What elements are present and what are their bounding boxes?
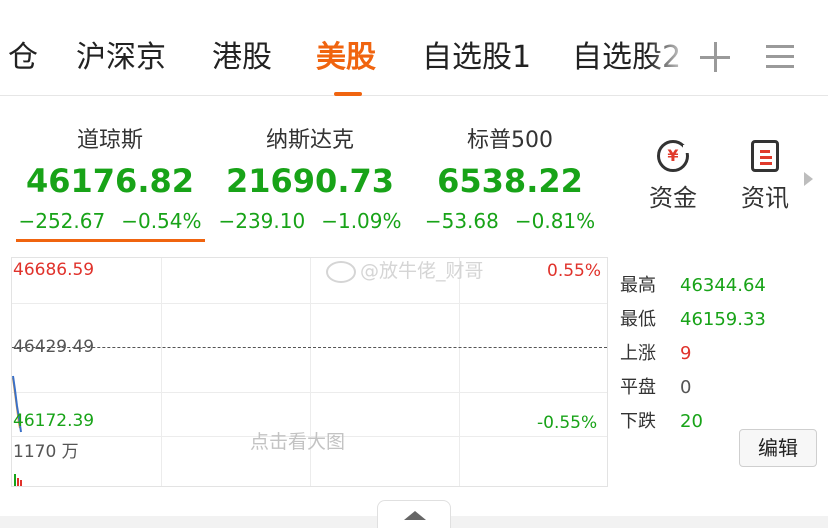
index-price: 46176.82	[25, 162, 194, 200]
tab-watchlist-1[interactable]: 自选股1	[422, 36, 531, 80]
weibo-icon	[326, 260, 356, 283]
index-change-percent: −0.54%	[121, 209, 202, 233]
index-change: −252.67 −0.54%	[10, 204, 210, 238]
fund-flow-label: 资金	[649, 184, 697, 212]
news-label: 资讯	[741, 184, 789, 212]
news-button[interactable]: 资讯	[730, 140, 800, 213]
menu-icon[interactable]	[766, 45, 794, 69]
stat-unchanged: 平盘 0	[620, 377, 692, 398]
index-change-value: −239.10	[218, 209, 306, 233]
stat-high: 最高 46344.64	[620, 275, 766, 296]
selected-index-indicator	[16, 239, 205, 242]
market-tab-bar: 仓 沪深京 港股 美股 自选股1 自选股2	[0, 0, 828, 96]
fund-flow-button[interactable]: ¥ 资金	[638, 140, 708, 213]
arrow-right-icon[interactable]	[804, 172, 813, 186]
tab-hk-stocks[interactable]: 港股	[212, 36, 272, 80]
index-change-value: −252.67	[18, 209, 106, 233]
prev-close-line	[12, 347, 607, 348]
chevron-up-icon	[404, 511, 426, 520]
index-card-sp500[interactable]: 标普500 6538.22 −53.68 −0.81%	[410, 124, 610, 238]
index-card-dow[interactable]: 道琼斯 46176.82 −252.67 −0.54%	[10, 124, 210, 238]
tab-us-stocks[interactable]: 美股	[316, 36, 376, 80]
index-name: 标普500	[467, 128, 553, 153]
stat-low: 最低 46159.33	[620, 309, 766, 330]
stat-decliners: 下跌 20	[620, 411, 703, 432]
index-name: 纳斯达克	[265, 128, 354, 153]
news-icon	[751, 140, 779, 172]
index-change-percent: −0.81%	[514, 209, 596, 233]
yuan-cycle-icon: ¥	[657, 140, 691, 172]
chart-low-percent: -0.55%	[537, 413, 598, 433]
index-change-value: −53.68	[424, 209, 499, 233]
index-price: 21690.73	[225, 162, 394, 200]
collapse-panel-button[interactable]	[377, 500, 451, 528]
chart-high-value: 46686.59	[13, 260, 95, 280]
chart-low-value: 46172.39	[13, 411, 95, 431]
index-price: 6538.22	[437, 162, 583, 200]
volume-label: 1170 万	[13, 442, 79, 462]
index-name: 道琼斯	[76, 128, 143, 153]
tab-hs-jing[interactable]: 沪深京	[76, 36, 166, 80]
index-change: −53.68 −0.81%	[410, 204, 610, 238]
edit-button[interactable]: 编辑	[739, 429, 817, 467]
chart-prev-close-value: 46429.49	[13, 337, 95, 357]
watermark: @放牛佬_财哥	[326, 256, 484, 283]
tab-watchlist-2[interactable]: 自选股2	[572, 36, 681, 80]
index-change: −239.10 −1.09%	[210, 204, 410, 238]
plus-icon[interactable]	[700, 42, 730, 72]
chart-high-percent: 0.55%	[547, 261, 602, 281]
index-card-nasdaq[interactable]: 纳斯达克 21690.73 −239.10 −1.09%	[210, 124, 410, 238]
stat-advancers: 上涨 9	[620, 343, 692, 364]
tab-partial[interactable]: 仓	[8, 36, 38, 80]
active-tab-indicator	[334, 92, 362, 96]
view-larger-hint: 点击看大图	[250, 431, 346, 453]
index-change-percent: −1.09%	[321, 209, 402, 233]
